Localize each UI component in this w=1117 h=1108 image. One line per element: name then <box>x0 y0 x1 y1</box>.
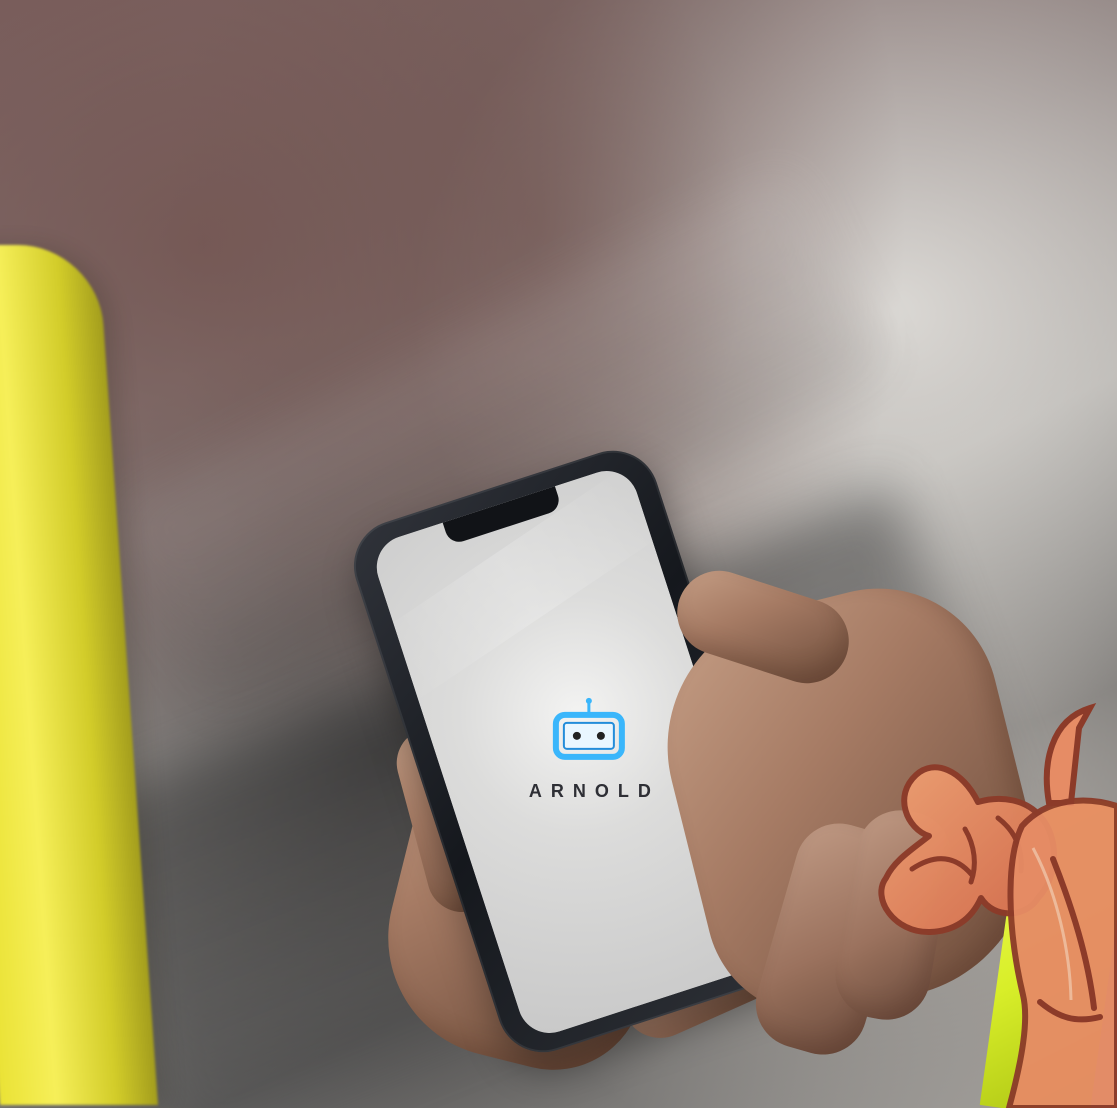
arnold-logo: ARNOLD <box>520 697 660 815</box>
photo-scene: ARNOLD <box>0 0 1117 1108</box>
flexing-muscle-mascot <box>878 702 1117 1108</box>
yellow-pole <box>0 245 158 1105</box>
brand-name: ARNOLD <box>528 780 660 801</box>
robot-head-icon <box>552 697 625 760</box>
